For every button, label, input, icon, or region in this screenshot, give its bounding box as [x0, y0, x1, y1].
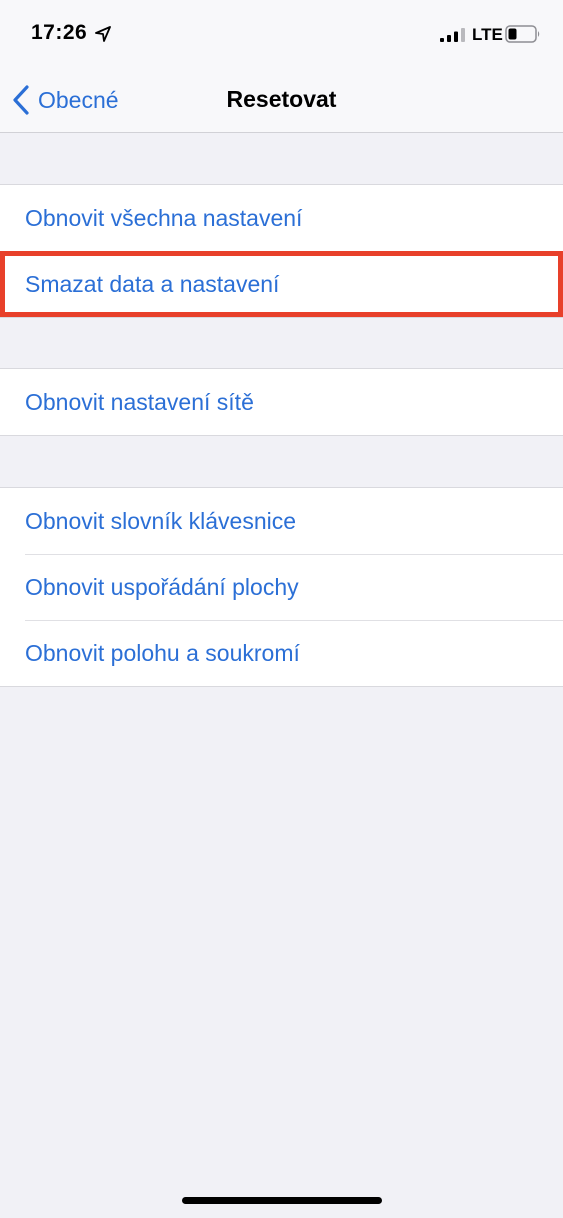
row-label: Obnovit slovník klávesnice: [25, 507, 297, 534]
row-label: Smazat data a nastavení: [25, 270, 280, 297]
reset-group-network: Obnovit nastavení sítě: [0, 368, 563, 436]
row-label: Obnovit všechna nastavení: [25, 204, 303, 231]
reset-location-privacy-row[interactable]: Obnovit polohu a soukromí: [0, 620, 563, 686]
erase-all-content-row[interactable]: Smazat data a nastavení: [0, 251, 563, 317]
navigation-bar: Obecné Resetovat: [0, 70, 563, 133]
page-title: Resetovat: [226, 86, 337, 112]
reset-all-settings-row[interactable]: Obnovit všechna nastavení: [0, 185, 563, 251]
reset-network-settings-row[interactable]: Obnovit nastavení sítě: [0, 369, 563, 435]
signal-icon: [440, 28, 465, 42]
status-bar: 17:26 LTE: [0, 0, 563, 70]
reset-keyboard-dictionary-row[interactable]: Obnovit slovník klávesnice: [0, 488, 563, 554]
location-arrow-icon: [95, 26, 111, 42]
reset-group-other: Obnovit slovník klávesnice Obnovit uspoř…: [0, 487, 563, 687]
reset-home-screen-layout-row[interactable]: Obnovit uspořádání plochy: [0, 554, 563, 620]
status-time: 17:26: [31, 21, 88, 44]
row-label: Obnovit uspořádání plochy: [25, 573, 299, 600]
row-label: Obnovit polohu a soukromí: [25, 639, 300, 666]
battery-icon: [505, 25, 540, 43]
network-type: LTE: [472, 25, 503, 44]
home-indicator[interactable]: [182, 1197, 382, 1204]
reset-group-general: Obnovit všechna nastavení Smazat data a …: [0, 184, 563, 318]
row-label: Obnovit nastavení sítě: [25, 388, 254, 415]
